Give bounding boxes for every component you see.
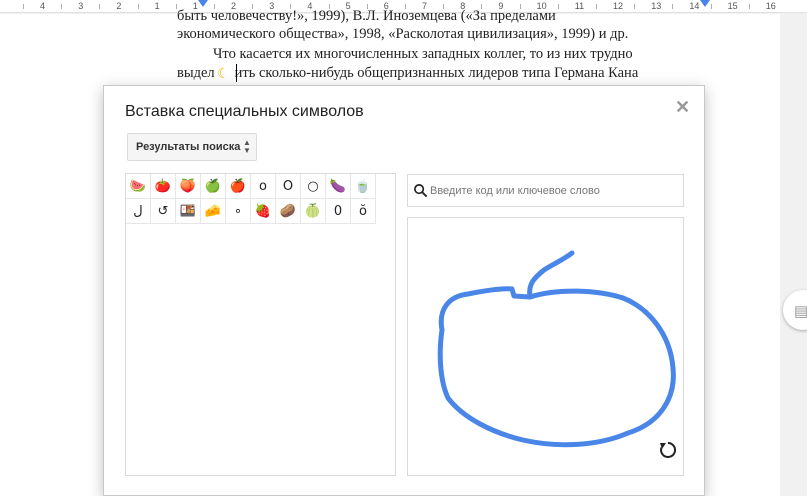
ruler-tick [710, 4, 712, 9]
symbol-grid-panel: 🍉 🍅 🍑 🍏 🍎 o O ○ 🍆 🍵 ل ↺ 🍱 🧀 ∘ 🍓 🥔 🍈 0 ŏ [125, 173, 396, 476]
document-text: выдел [177, 65, 215, 81]
document-line: выдел ить сколько-нибудь общепризнанных л… [177, 65, 707, 82]
ruler-number: 15 [727, 1, 738, 11]
document-line: Что касается их многочисленных западных … [213, 46, 633, 62]
symbol-cell[interactable]: 🍆 [326, 174, 351, 199]
symbol-cell[interactable]: 🍈 [301, 199, 326, 224]
special-characters-dialog: Вставка специальных символов ✕ Результат… [103, 85, 705, 496]
close-icon[interactable]: ✕ [675, 97, 690, 118]
symbol-cell[interactable]: o [251, 174, 276, 199]
symbol-cell[interactable]: ↺ [151, 199, 176, 224]
symbol-cell[interactable]: 🍱 [176, 199, 201, 224]
symbol-cell[interactable]: 🍉 [126, 174, 151, 199]
ruler-number: 1 [154, 1, 160, 11]
symbol-cell[interactable]: 🍓 [251, 199, 276, 224]
ruler-tick [61, 4, 63, 9]
symbol-cell[interactable]: 🍎 [226, 174, 251, 199]
text-cursor [236, 64, 237, 82]
ruler-tick [137, 4, 139, 9]
drawing-area[interactable] [407, 217, 684, 476]
category-dropdown-label: Результаты поиска [136, 141, 241, 153]
ruler-number: 3 [78, 1, 84, 11]
document-text: ить сколько-нибудь общепризнанных лидеро… [234, 65, 639, 81]
dropdown-arrows-icon: ▲ ▼ [243, 138, 251, 155]
ruler-tick [748, 4, 750, 9]
dialog-title: Вставка специальных символов [125, 103, 364, 120]
symbol-cell[interactable]: ∘ [226, 199, 251, 224]
search-input[interactable] [430, 177, 680, 204]
right-indent-marker[interactable] [700, 0, 710, 7]
ruler-tick [99, 4, 101, 9]
search-icon [414, 184, 428, 198]
crescent-moon-icon: ☾ [217, 65, 230, 81]
drawn-stroke [437, 250, 676, 448]
document-line: быть человечеству!», 1999), В.Л. Иноземц… [177, 8, 556, 24]
search-field[interactable] [407, 174, 684, 207]
comment-icon: ▤ [794, 303, 807, 320]
symbol-cell[interactable]: 0 [326, 199, 351, 224]
ruler-number: 4 [40, 1, 46, 11]
category-dropdown[interactable]: Результаты поиска ▲ ▼ [127, 133, 257, 161]
symbol-cell[interactable]: 🍑 [176, 174, 201, 199]
symbol-cell[interactable]: ○ [301, 174, 326, 199]
symbol-cell[interactable]: 🍏 [201, 174, 226, 199]
symbol-cell[interactable]: 🧀 [201, 199, 226, 224]
symbol-cell[interactable]: ل [126, 199, 151, 224]
ruler-number: 2 [116, 1, 122, 11]
document-line: экономического общества», 1998, «Расколо… [177, 26, 629, 42]
left-indent-marker[interactable] [198, 0, 208, 7]
symbol-cell[interactable]: O [276, 174, 301, 199]
symbol-cell[interactable]: ŏ [351, 199, 376, 224]
ruler-tick [23, 4, 24, 9]
symbol-grid: 🍉 🍅 🍑 🍏 🍎 o O ○ 🍆 🍵 ل ↺ 🍱 🧀 ∘ 🍓 🥔 🍈 0 ŏ [126, 174, 376, 224]
ruler-number: 16 [765, 1, 776, 11]
symbol-cell[interactable]: 🍵 [351, 174, 376, 199]
symbol-cell[interactable]: 🥔 [276, 199, 301, 224]
symbol-cell[interactable]: 🍅 [151, 174, 176, 199]
undo-icon[interactable] [658, 440, 678, 460]
add-comment-button[interactable]: ▤ [783, 290, 807, 330]
